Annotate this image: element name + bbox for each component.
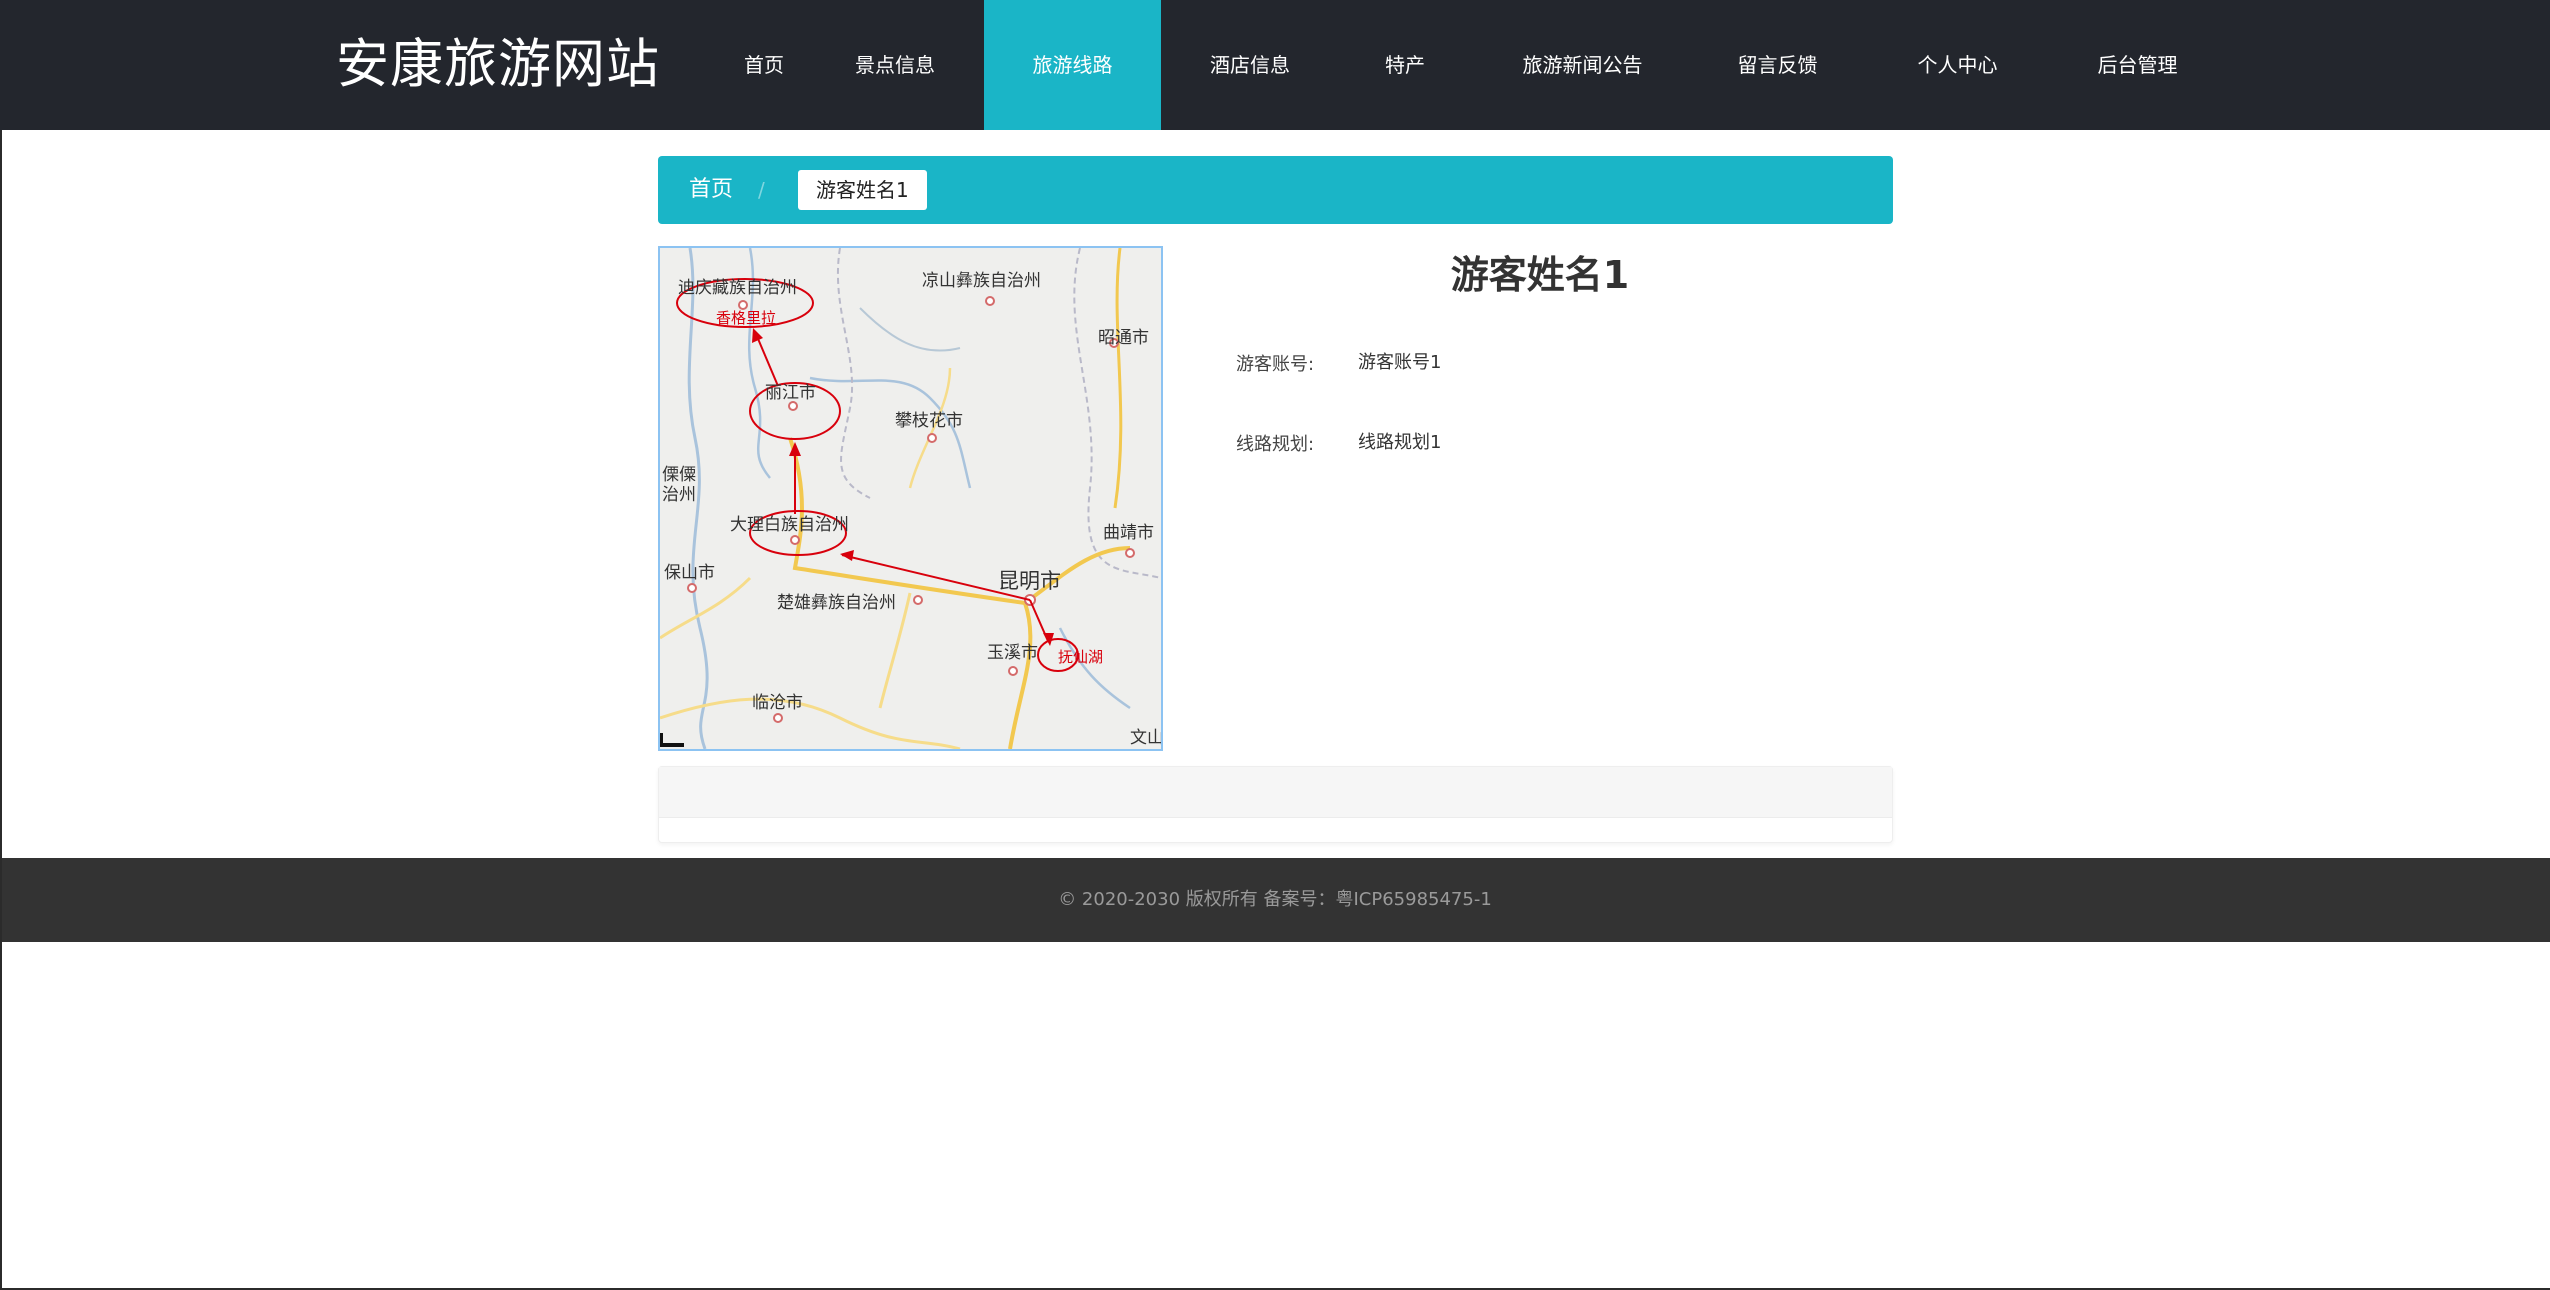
map-label-lisu: 傈僳 <box>662 465 696 485</box>
nav-travel-routes[interactable]: 旅游线路 <box>984 0 1161 130</box>
map-label-fuxianhu: 抚仙湖 <box>1058 648 1103 666</box>
breadcrumb-separator: / <box>758 178 765 202</box>
map-label-baoshan: 保山市 <box>664 563 715 583</box>
content-card-header <box>659 767 1892 818</box>
nav-home[interactable]: 首页 <box>694 0 834 130</box>
map-label-shangrila: 香格里拉 <box>716 309 776 327</box>
nav-attractions[interactable]: 景点信息 <box>840 0 950 130</box>
route-map-graphic: 迪庆藏族自治州 香格里拉 凉山彝族自治州 昭通市 丽江市 攀枝花市 傈僳 治州 … <box>660 248 1161 749</box>
map-label-diqing: 迪庆藏族自治州 <box>678 278 797 298</box>
nav-specialties[interactable]: 特产 <box>1365 0 1445 130</box>
breadcrumb-current: 游客姓名1 <box>798 170 927 210</box>
content-card <box>658 766 1893 843</box>
map-label-chuxiong: 楚雄彝族自治州 <box>777 593 896 613</box>
field-value-route-plan: 线路规划1 <box>1358 432 1442 453</box>
site-title: 安康旅游网站 <box>336 34 660 95</box>
breadcrumb: 首页 / 游客姓名1 <box>658 156 1893 224</box>
field-value-visitor-account: 游客账号1 <box>1358 352 1442 373</box>
nav-travel-news[interactable]: 旅游新闻公告 <box>1510 0 1655 130</box>
map-label-zizhizhou: 治州 <box>662 485 696 505</box>
nav-feedback[interactable]: 留言反馈 <box>1720 0 1835 130</box>
field-label-visitor-account: 游客账号: <box>1236 354 1315 375</box>
map-label-dali: 大理白族自治州 <box>730 515 849 535</box>
field-label-route-plan: 线路规划: <box>1236 434 1315 455</box>
nav-hotels[interactable]: 酒店信息 <box>1190 0 1310 130</box>
map-label-panzhihua: 攀枝花市 <box>895 411 963 431</box>
route-map-image: 迪庆藏族自治州 香格里拉 凉山彝族自治州 昭通市 丽江市 攀枝花市 傈僳 治州 … <box>658 246 1163 751</box>
map-label-qujing: 曲靖市 <box>1103 523 1154 543</box>
map-label-kunming: 昆明市 <box>998 569 1061 593</box>
map-label-zhaotong: 昭通市 <box>1098 328 1149 348</box>
breadcrumb-home-link[interactable]: 首页 <box>689 156 733 224</box>
detail-title: 游客姓名1 <box>1450 253 1630 297</box>
top-header: 安康旅游网站 首页 景点信息 旅游线路 酒店信息 特产 旅游新闻公告 留言反馈 … <box>0 0 2550 130</box>
map-label-lijiang: 丽江市 <box>765 383 816 403</box>
nav-personal-center[interactable]: 个人中心 <box>1900 0 2015 130</box>
footer: © 2020-2030 版权所有 备案号：粤ICP65985475-1 <box>0 858 2550 942</box>
nav-admin[interactable]: 后台管理 <box>2080 0 2195 130</box>
map-label-wenshan: 文山 <box>1130 728 1161 748</box>
map-label-liangshan: 凉山彝族自治州 <box>922 271 1041 291</box>
map-label-yuxi: 玉溪市 <box>987 643 1038 663</box>
footer-copyright: © 2020-2030 版权所有 备案号：粤ICP65985475-1 <box>1058 889 1492 910</box>
map-label-lincang: 临沧市 <box>752 693 803 713</box>
window-edge-left <box>0 130 2 1290</box>
